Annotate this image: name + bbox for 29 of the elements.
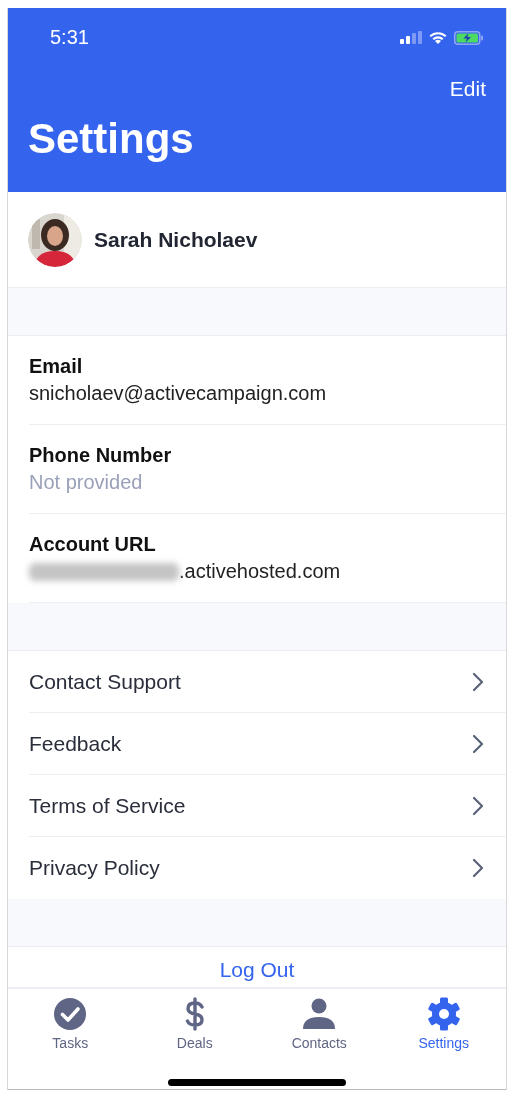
field-value: Not provided xyxy=(29,471,143,494)
field-label: Phone Number xyxy=(29,444,173,467)
field-value: .activehosted.com xyxy=(179,560,341,583)
checkmark-circle-icon xyxy=(53,997,88,1031)
settings-icon xyxy=(426,997,461,1031)
tab-item[interactable]: Tasks xyxy=(8,989,133,1071)
chevron-icon xyxy=(472,733,484,754)
tab-item[interactable]: Deals xyxy=(132,989,257,1071)
menu-item[interactable]: Contact Support xyxy=(29,651,506,713)
chevron-icon xyxy=(472,858,484,878)
field-label: Account URL xyxy=(29,533,157,556)
menu-item[interactable]: Feedback xyxy=(29,713,506,775)
chevron-icon xyxy=(472,671,484,692)
profile-name: Sarah Nicholaev xyxy=(94,227,258,252)
battery-icon xyxy=(454,30,484,45)
signal-icon xyxy=(400,31,422,44)
chevron-icon xyxy=(472,795,484,816)
field-value: snicholaev@activecampaign.com xyxy=(29,382,327,405)
tab-item[interactable]: Settings xyxy=(381,989,506,1071)
person-icon xyxy=(302,997,337,1031)
menu-item[interactable]: Privacy Policy xyxy=(29,837,506,899)
wifi-icon xyxy=(428,30,448,45)
page-title: Settings xyxy=(28,115,195,163)
edit-button[interactable]: Edit xyxy=(449,77,486,101)
status-time: 5:31 xyxy=(50,26,89,49)
field-label: Email xyxy=(29,355,84,378)
logout-button[interactable]: Log Out xyxy=(219,953,295,987)
tab-item[interactable]: Contacts xyxy=(257,989,382,1071)
menu-item[interactable]: Terms of Service xyxy=(29,775,506,837)
